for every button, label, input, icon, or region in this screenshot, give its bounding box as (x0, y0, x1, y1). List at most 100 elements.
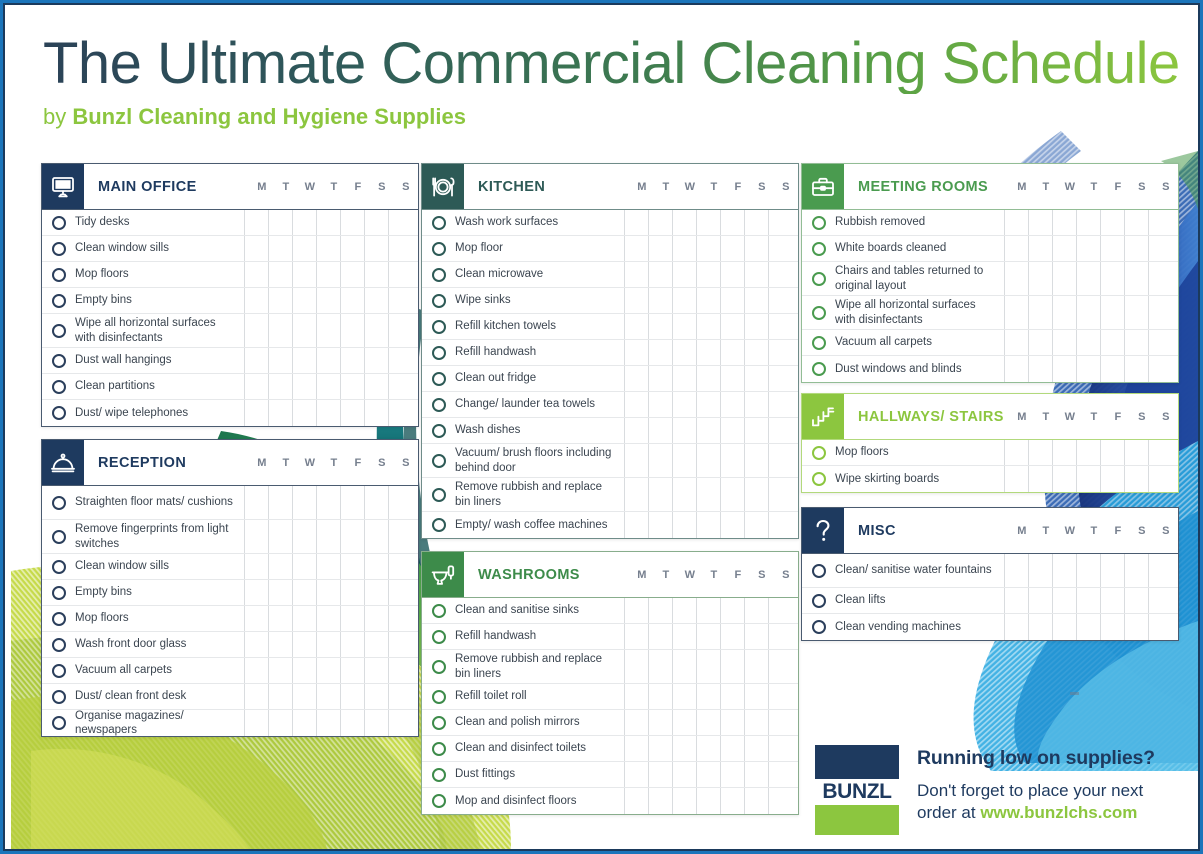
day-cell-0[interactable] (245, 400, 269, 426)
day-cell-3[interactable] (697, 288, 721, 313)
day-cell-5[interactable] (745, 288, 769, 313)
day-cell-0[interactable] (245, 288, 269, 313)
day-cell-6[interactable] (389, 236, 413, 261)
task-row[interactable]: Clean vending machines (802, 614, 1178, 640)
task-row[interactable]: Mop floor (422, 236, 798, 262)
task-row[interactable]: Vacuum all carpets (802, 330, 1178, 356)
day-cell-2[interactable] (673, 262, 697, 287)
task-row[interactable]: Wash dishes (422, 418, 798, 444)
day-cell-5[interactable] (365, 632, 389, 657)
task-checkbox[interactable] (432, 267, 446, 282)
day-cell-0[interactable] (625, 788, 649, 814)
task-row[interactable]: Clean out fridge (422, 366, 798, 392)
day-cell-6[interactable] (389, 210, 413, 235)
day-cell-6[interactable] (389, 486, 413, 519)
day-cell-6[interactable] (389, 314, 413, 347)
day-cell-1[interactable] (649, 624, 673, 649)
day-cell-1[interactable] (269, 554, 293, 579)
task-row[interactable]: Empty bins (42, 288, 418, 314)
task-row[interactable]: Clean partitions (42, 374, 418, 400)
task-checkbox[interactable] (432, 371, 446, 386)
day-cell-3[interactable] (317, 236, 341, 261)
day-cell-2[interactable] (673, 236, 697, 261)
task-row[interactable]: Dust/ wipe telephones (42, 400, 418, 426)
day-cell-1[interactable] (1029, 554, 1053, 587)
day-cell-4[interactable] (721, 236, 745, 261)
day-cell-2[interactable] (293, 486, 317, 519)
day-cell-0[interactable] (625, 650, 649, 683)
day-cell-2[interactable] (293, 684, 317, 709)
day-cell-6[interactable] (769, 288, 793, 313)
day-cell-0[interactable] (1005, 330, 1029, 355)
day-cell-2[interactable] (673, 366, 697, 391)
day-cell-2[interactable] (673, 478, 697, 511)
day-cell-3[interactable] (1077, 588, 1101, 613)
day-cell-2[interactable] (293, 554, 317, 579)
day-cell-4[interactable] (721, 650, 745, 683)
day-cell-4[interactable] (341, 262, 365, 287)
day-cell-4[interactable] (721, 762, 745, 787)
day-cell-4[interactable] (721, 684, 745, 709)
day-cell-5[interactable] (745, 710, 769, 735)
day-cell-2[interactable] (293, 580, 317, 605)
day-cell-0[interactable] (625, 366, 649, 391)
task-row[interactable]: Rubbish removed (802, 210, 1178, 236)
day-cell-3[interactable] (1077, 554, 1101, 587)
day-cell-2[interactable] (673, 788, 697, 814)
day-cell-4[interactable] (341, 658, 365, 683)
day-cell-6[interactable] (1149, 440, 1173, 465)
day-cell-1[interactable] (269, 348, 293, 373)
day-cell-2[interactable] (673, 210, 697, 235)
day-cell-6[interactable] (389, 632, 413, 657)
day-cell-4[interactable] (1101, 296, 1125, 329)
day-cell-1[interactable] (269, 658, 293, 683)
day-cell-1[interactable] (1029, 330, 1053, 355)
task-row[interactable]: Clean microwave (422, 262, 798, 288)
day-cell-3[interactable] (317, 606, 341, 631)
task-checkbox[interactable] (52, 241, 66, 256)
day-cell-6[interactable] (1149, 356, 1173, 382)
day-cell-3[interactable] (317, 486, 341, 519)
day-cell-6[interactable] (389, 554, 413, 579)
day-cell-5[interactable] (745, 624, 769, 649)
day-cell-1[interactable] (269, 710, 293, 736)
day-cell-2[interactable] (673, 340, 697, 365)
day-cell-4[interactable] (721, 210, 745, 235)
day-cell-2[interactable] (1053, 262, 1077, 295)
task-row[interactable]: Mop floors (802, 440, 1178, 466)
day-cell-2[interactable] (673, 736, 697, 761)
day-cell-4[interactable] (1101, 588, 1125, 613)
day-cell-5[interactable] (1125, 296, 1149, 329)
day-cell-0[interactable] (1005, 588, 1029, 613)
day-cell-6[interactable] (769, 392, 793, 417)
task-row[interactable]: Remove rubbish and replace bin liners (422, 650, 798, 684)
day-cell-1[interactable] (269, 684, 293, 709)
day-cell-2[interactable] (673, 650, 697, 683)
day-cell-1[interactable] (1029, 210, 1053, 235)
day-cell-1[interactable] (1029, 614, 1053, 640)
day-cell-5[interactable] (1125, 236, 1149, 261)
day-cell-5[interactable] (745, 314, 769, 339)
day-cell-1[interactable] (649, 418, 673, 443)
day-cell-1[interactable] (269, 374, 293, 399)
day-cell-2[interactable] (1053, 236, 1077, 261)
day-cell-2[interactable] (673, 444, 697, 477)
day-cell-6[interactable] (769, 736, 793, 761)
task-checkbox[interactable] (52, 353, 66, 368)
day-cell-2[interactable] (293, 262, 317, 287)
day-cell-5[interactable] (365, 520, 389, 553)
day-cell-4[interactable] (721, 736, 745, 761)
task-row[interactable]: Chairs and tables returned to original l… (802, 262, 1178, 296)
day-cell-5[interactable] (745, 762, 769, 787)
day-cell-4[interactable] (721, 788, 745, 814)
task-checkbox[interactable] (432, 741, 446, 756)
day-cell-1[interactable] (269, 262, 293, 287)
day-cell-0[interactable] (1005, 236, 1029, 261)
day-cell-2[interactable] (673, 624, 697, 649)
day-cell-1[interactable] (269, 606, 293, 631)
task-checkbox[interactable] (432, 215, 446, 230)
day-cell-2[interactable] (293, 400, 317, 426)
day-cell-3[interactable] (697, 788, 721, 814)
day-cell-1[interactable] (269, 580, 293, 605)
day-cell-3[interactable] (697, 598, 721, 623)
